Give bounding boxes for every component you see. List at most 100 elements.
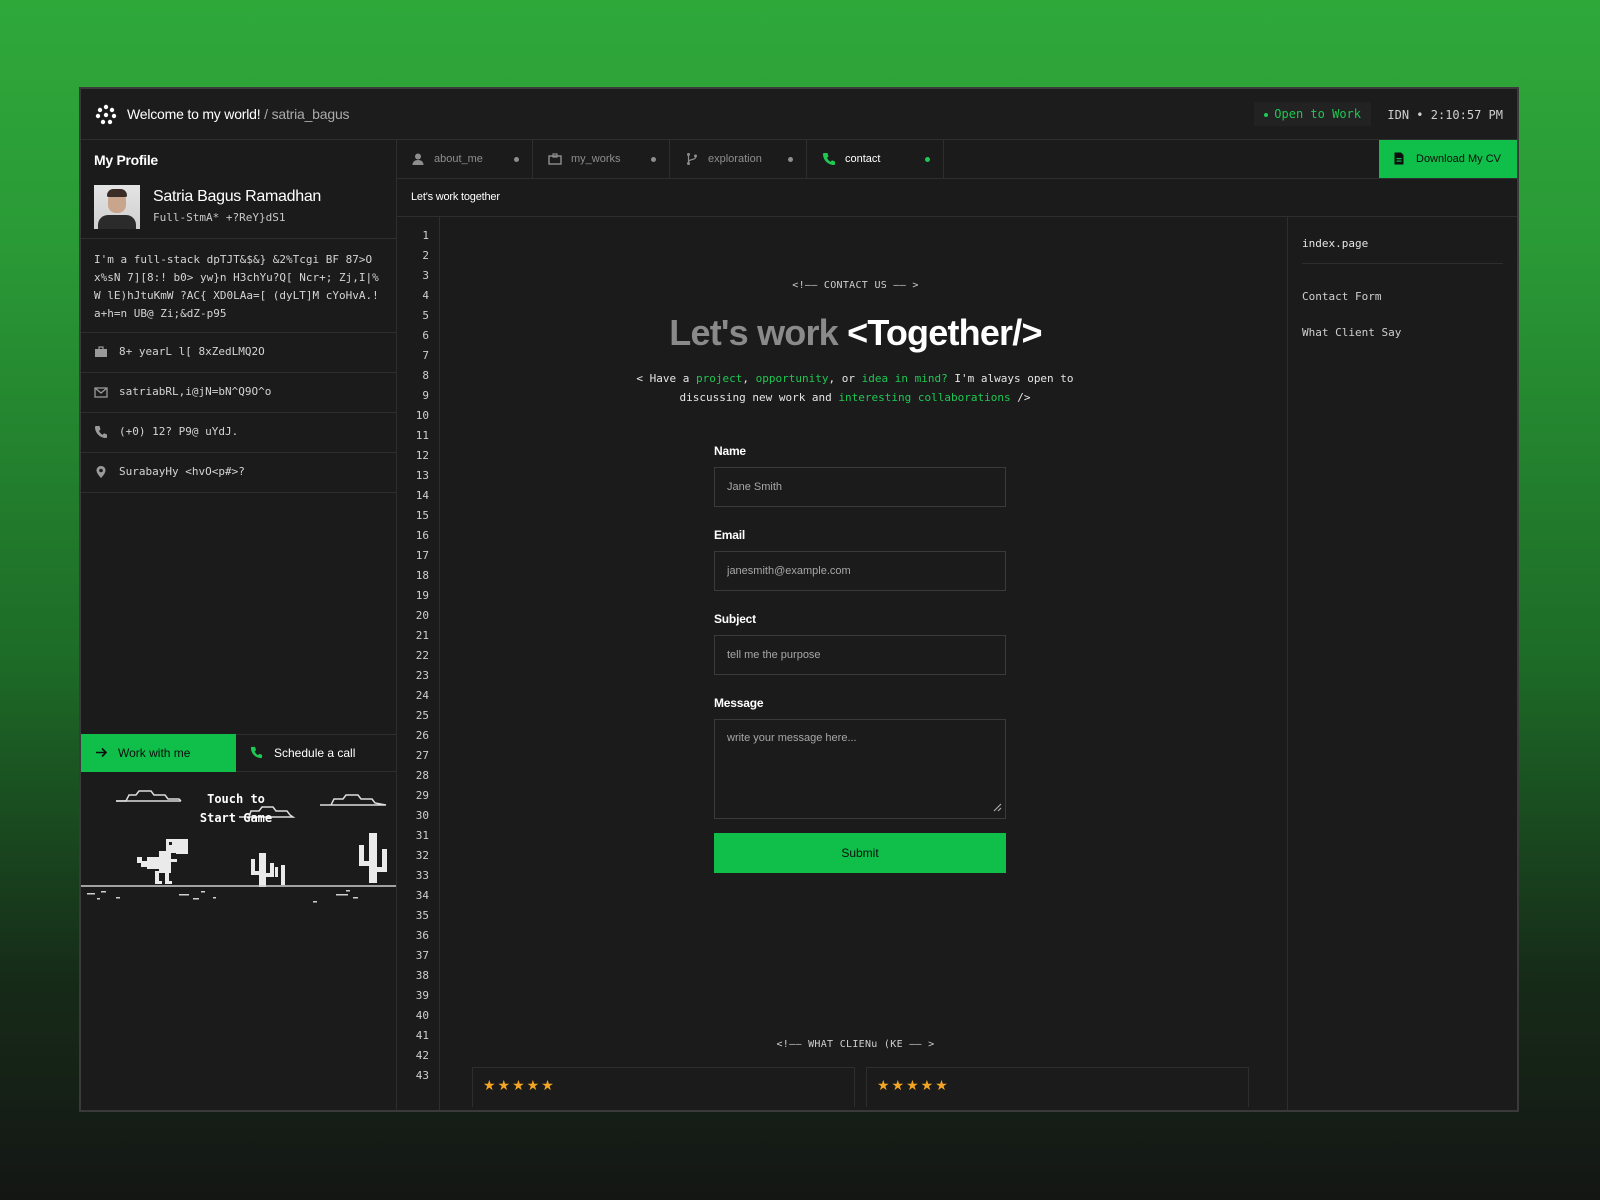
line-number: 28 xyxy=(415,769,429,782)
tab-exploration[interactable]: exploration xyxy=(671,140,807,178)
info-text: SurabayHy <hvO<p#>? xyxy=(119,465,245,478)
message-textarea[interactable] xyxy=(714,719,1006,819)
profile-sidebar: My Profile Satria Bagus Ramadhan Full-St… xyxy=(81,140,397,1110)
line-number: 36 xyxy=(415,929,429,942)
game-prompt-line: Touch to xyxy=(207,792,265,806)
line-number: 33 xyxy=(415,869,429,882)
outline-link-contact-form[interactable]: Contact Form xyxy=(1302,290,1381,303)
line-number: 42 xyxy=(415,1049,429,1062)
name-label: Name xyxy=(714,444,746,458)
tab-dot xyxy=(788,157,793,162)
line-number: 41 xyxy=(415,1029,429,1042)
line-number: 18 xyxy=(415,569,429,582)
testimonial-card: ★★★★★ xyxy=(866,1067,1249,1107)
tab-contact[interactable]: contact xyxy=(808,140,944,178)
resize-grip-icon[interactable] xyxy=(992,802,1002,812)
intro-highlight: idea in mind? xyxy=(861,372,948,385)
work-with-me-button[interactable]: Work with me xyxy=(81,734,236,772)
name-input[interactable] xyxy=(714,467,1006,507)
tab-dot xyxy=(925,157,930,162)
line-number: 30 xyxy=(415,809,429,822)
username: satria_bagus xyxy=(271,106,350,122)
intro-highlight: project xyxy=(696,372,743,385)
divider xyxy=(81,238,396,239)
info-text: 8+ yearL l[ 8xZedLMQ2O xyxy=(119,345,265,358)
phone-icon xyxy=(823,153,835,165)
line-number: 31 xyxy=(415,829,429,842)
line-number: 19 xyxy=(415,589,429,602)
cactus-sprite xyxy=(359,833,387,883)
rating-stars: ★★★★★ xyxy=(483,1077,556,1093)
contact-section: <!—— CONTACT US —— > Let's work <Togethe… xyxy=(440,217,1271,1110)
tab-bar: about_me my_works exploration contact Do… xyxy=(397,140,1517,179)
line-number: 23 xyxy=(415,669,429,682)
line-number: 38 xyxy=(415,969,429,982)
profile-role: Full-StmA* +?ReY}dS1 xyxy=(153,211,286,224)
clock: IDN • 2:10:57 PM xyxy=(1387,108,1503,122)
info-text: satriabRL,i@jN=bN^Q9O^o xyxy=(119,385,272,398)
schedule-call-button[interactable]: Schedule a call xyxy=(236,734,396,772)
schedule-call-label: Schedule a call xyxy=(274,746,356,760)
profile-name: Satria Bagus Ramadhan xyxy=(153,188,322,205)
intro-highlight: opportunity xyxy=(755,372,829,385)
rating-stars: ★★★★★ xyxy=(877,1077,950,1093)
line-number: 29 xyxy=(415,789,429,802)
app-window: Welcome to my world! / satria_bagus Open… xyxy=(79,87,1519,1112)
dino-game[interactable]: Touch to Start Game xyxy=(81,773,396,923)
welcome-text: Welcome to my world! xyxy=(127,106,261,122)
divider xyxy=(1302,263,1503,264)
line-number: 12 xyxy=(415,449,429,462)
submit-button[interactable]: Submit xyxy=(714,833,1006,873)
tab-about-me[interactable]: about_me xyxy=(397,140,533,178)
page-subheader: Let's work together xyxy=(397,179,1517,217)
info-phone: (+0) 12? P9@ uYdJ. xyxy=(81,413,396,453)
status-dot xyxy=(1264,112,1269,117)
line-number: 11 xyxy=(415,429,429,442)
testimonials-comment: <!—— WHAT CLIENu (KE —— > xyxy=(776,1039,935,1050)
user-icon xyxy=(412,153,424,165)
breadcrumb-separator: / xyxy=(264,106,268,122)
section-comment: <!—— CONTACT US —— > xyxy=(792,280,919,291)
phone-icon xyxy=(95,426,107,438)
line-number: 15 xyxy=(415,509,429,522)
line-number: 10 xyxy=(415,409,429,422)
document-icon xyxy=(1394,152,1404,165)
line-number: 39 xyxy=(415,989,429,1002)
line-number: 8 xyxy=(422,369,429,382)
page-outline-panel: index.page Contact Form What Client Say xyxy=(1287,217,1517,1110)
line-number: 9 xyxy=(422,389,429,402)
line-number: 16 xyxy=(415,529,429,542)
game-prompt: Touch to Start Game xyxy=(181,790,291,828)
profile-bio: I'm a full-stack dpTJT&$&} &2%Tcgi BF 87… xyxy=(94,253,379,320)
intro-segment: < Have a xyxy=(636,372,690,385)
tab-label: contact xyxy=(845,153,881,165)
email-input[interactable] xyxy=(714,551,1006,591)
dino-sprite xyxy=(137,839,188,884)
page-subheader-title: Let's work together xyxy=(411,191,500,203)
tab-my-works[interactable]: my_works xyxy=(534,140,670,178)
download-cv-button[interactable]: Download My CV xyxy=(1379,140,1517,178)
game-prompt-line: Start Game xyxy=(199,811,273,825)
subject-input[interactable] xyxy=(714,635,1006,675)
line-number: 43 xyxy=(415,1069,429,1082)
avatar xyxy=(94,185,140,229)
line-number: 1 xyxy=(422,229,429,242)
line-number: 17 xyxy=(415,549,429,562)
line-number: 2 xyxy=(422,249,429,262)
tab-dot xyxy=(514,157,519,162)
location-pin-icon xyxy=(96,466,106,478)
line-number: 7 xyxy=(422,349,429,362)
info-experience: 8+ yearL l[ 8xZedLMQ2O xyxy=(81,333,396,373)
sidebar-title: My Profile xyxy=(94,152,158,168)
line-number-gutter: 1 2 3 4 5 6 7 8 9 10 11 12 13 14 15 16 17 18 19 20 21 22 23 24 2… xyxy=(397,217,440,1110)
open-to-work-badge: Open to Work xyxy=(1254,102,1371,126)
intro-segment: , xyxy=(742,372,750,385)
info-location: SurabayHy <hvO<p#>? xyxy=(81,453,396,493)
outline-title: index.page xyxy=(1302,237,1369,250)
email-label: Email xyxy=(714,528,746,542)
line-number: 3 xyxy=(422,269,429,282)
line-number: 13 xyxy=(415,469,429,482)
info-text: (+0) 12? P9@ uYdJ. xyxy=(119,425,239,438)
tab-label: about_me xyxy=(434,153,483,165)
outline-link-what-client-say[interactable]: What Client Say xyxy=(1302,326,1401,339)
